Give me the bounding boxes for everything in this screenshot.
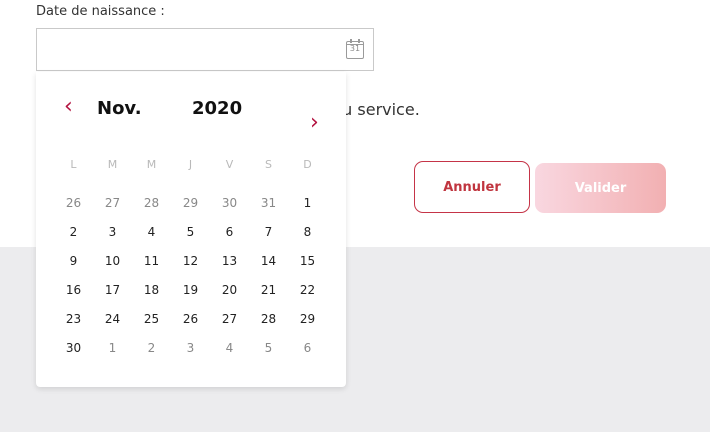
calendar-day[interactable]: 17 [93, 283, 132, 297]
calendar-week-row: 16 17 18 19 20 21 22 [54, 275, 327, 304]
calendar-icon-text: 31 [349, 44, 361, 53]
calendar-week-row: 9 10 11 12 13 14 15 [54, 246, 327, 275]
weekday-label: J [188, 158, 193, 171]
day-grid: 26 27 28 29 30 31 1 2 3 4 5 6 7 8 9 10 11 12 13 14 15 16 17 18 1… [54, 188, 327, 362]
calendar-day-outside-month[interactable]: 30 [210, 196, 249, 210]
calendar-day[interactable]: 9 [54, 254, 93, 268]
next-month-icon[interactable]: › [310, 108, 332, 138]
calendar-week-row: 26 27 28 29 30 31 1 [54, 188, 327, 217]
calendar-day[interactable]: 16 [54, 283, 93, 297]
calendar-day[interactable]: 20 [210, 283, 249, 297]
calendar-day[interactable]: 23 [54, 312, 93, 326]
calendar-day-outside-month[interactable]: 28 [132, 196, 171, 210]
calendar-week-row: 2345678 [54, 217, 327, 246]
weekday-label: V [225, 158, 234, 171]
calendar-day[interactable]: 18 [132, 283, 171, 297]
calendar-day[interactable]: 29 [288, 312, 327, 326]
calendar-day[interactable]: 25 [132, 312, 171, 326]
calendar-day-outside-month[interactable]: 29 [171, 196, 210, 210]
calendar-day[interactable]: 19 [171, 283, 210, 297]
calendar-day[interactable]: 2 [54, 225, 93, 239]
calendar-day-outside-month[interactable]: 2 [132, 341, 171, 355]
validate-button[interactable]: Valider [535, 163, 666, 213]
calendar-day[interactable]: 7 [249, 225, 288, 239]
calendar-day[interactable]: 26 [171, 312, 210, 326]
calendar-day-outside-month[interactable]: 27 [93, 196, 132, 210]
cancel-button[interactable]: Annuler [414, 161, 530, 213]
calendar-icon-bar [347, 44, 363, 45]
prev-month-icon[interactable]: ‹ [64, 92, 86, 122]
calendar-day-outside-month[interactable]: 31 [249, 196, 288, 210]
weekday-label: L [70, 158, 77, 171]
calendar-day[interactable]: 21 [249, 283, 288, 297]
calendar-day-outside-month[interactable]: 6 [288, 341, 327, 355]
calendar-day[interactable]: 13 [210, 254, 249, 268]
calendar-day[interactable]: 4 [132, 225, 171, 239]
calendar-day[interactable]: 10 [93, 254, 132, 268]
calendar-day[interactable]: 8 [288, 225, 327, 239]
calendar-day-outside-month[interactable]: 5 [249, 341, 288, 355]
calendar-day-outside-month[interactable]: 1 [93, 341, 132, 355]
calendar-day-outside-month[interactable]: 26 [54, 196, 93, 210]
calendar-icon[interactable]: 31 [346, 39, 364, 59]
calendar-day[interactable]: 6 [210, 225, 249, 239]
calendar-day[interactable]: 3 [93, 225, 132, 239]
calendar-day-outside-month[interactable]: 3 [171, 341, 210, 355]
calendar-year[interactable]: 2020 [192, 98, 242, 119]
calendar-day[interactable]: 1 [288, 196, 327, 210]
weekday-label: M [107, 158, 118, 171]
calendar-month[interactable]: Nov. [97, 98, 142, 119]
dob-input[interactable] [36, 28, 374, 71]
calendar-day[interactable]: 11 [132, 254, 171, 268]
calendar-day[interactable]: 27 [210, 312, 249, 326]
weekday-label: D [303, 158, 312, 171]
date-picker: ‹ Nov. 2020 › L M M J V S D 26 27 28 29 30 31… [36, 72, 346, 387]
calendar-day[interactable]: 28 [249, 312, 288, 326]
weekday-label: S [265, 158, 272, 171]
calendar-day[interactable]: 12 [171, 254, 210, 268]
calendar-day-outside-month[interactable]: 4 [210, 341, 249, 355]
calendar-day[interactable]: 14 [249, 254, 288, 268]
dob-label: Date de naissance : [36, 4, 165, 19]
weekday-label: M [146, 158, 157, 171]
calendar-day[interactable]: 30 [54, 341, 93, 355]
weekday-header: L M M J V S D [54, 158, 327, 171]
calendar-week-row: 30 1 2 3 4 5 6 [54, 333, 327, 362]
calendar-day[interactable]: 15 [288, 254, 327, 268]
calendar-day[interactable]: 5 [171, 225, 210, 239]
calendar-day[interactable]: 24 [93, 312, 132, 326]
calendar-day[interactable]: 22 [288, 283, 327, 297]
calendar-week-row: 23 24 25 26 27 28 29 [54, 304, 327, 333]
